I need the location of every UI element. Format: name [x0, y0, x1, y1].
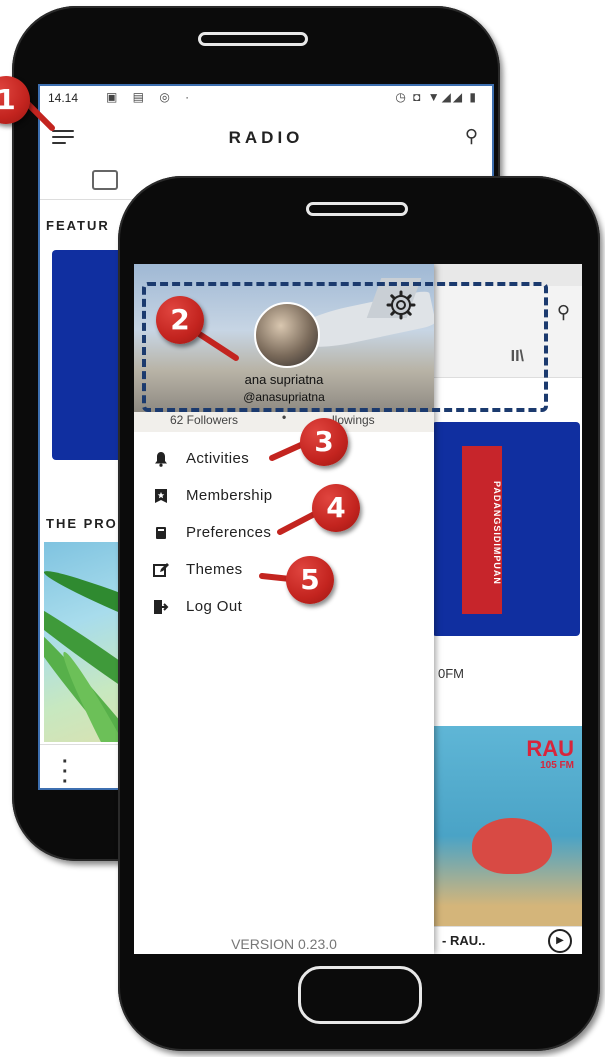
home-button[interactable]: [298, 966, 422, 1024]
drawer-menu: Activities Membership Preferences Themes…: [134, 440, 434, 625]
menu-item-label: Log Out: [186, 598, 243, 615]
app-title: RADIO: [228, 128, 304, 147]
octopus-illustration: [472, 818, 552, 874]
rau-frequency: 105 FM: [540, 760, 574, 771]
menu-item-label: Themes: [186, 561, 243, 578]
menu-item-activities[interactable]: Activities: [134, 440, 434, 477]
section-pro: THE PRO: [46, 516, 118, 531]
callout-badge-2: 2: [156, 296, 204, 344]
menu-item-label: Preferences: [186, 524, 272, 541]
system-icons: ◷ ◘ ▼◢◢ ▮: [395, 90, 478, 104]
station-frequency: 0FM: [438, 666, 464, 681]
search-icon[interactable]: ⚲: [557, 302, 570, 323]
book-icon: [150, 524, 172, 542]
radio-icon[interactable]: [92, 170, 118, 190]
rau-logo: RAU: [526, 736, 574, 761]
notification-icons: ▣ ▤ ◎ ·: [106, 90, 196, 104]
search-icon[interactable]: ⚲: [465, 126, 478, 147]
app-version: VERSION 0.23.0: [231, 936, 337, 952]
edit-icon: [150, 561, 172, 579]
station-card[interactable]: [432, 422, 580, 636]
callout-badge-4: 4: [312, 484, 360, 532]
profile-highlight-box: [142, 282, 548, 412]
menu-item-logout[interactable]: Log Out: [134, 588, 434, 625]
callout-badge-3: 3: [300, 418, 348, 466]
separator-dot: •: [282, 410, 287, 424]
menu-item-preferences[interactable]: Preferences: [134, 514, 434, 551]
callout-badge-5: 5: [286, 556, 334, 604]
more-options-icon[interactable]: · · ·: [62, 752, 69, 788]
app-bar: RADIO ⚲: [40, 110, 492, 166]
menu-item-themes[interactable]: Themes: [134, 551, 434, 588]
logout-icon: [150, 598, 172, 616]
mini-player: - RAU.. ▶: [432, 926, 582, 954]
player-title: - RAU..: [442, 933, 486, 948]
section-featured: FEATUR: [46, 218, 110, 233]
menu-item-membership[interactable]: Membership: [134, 477, 434, 514]
menu-item-label: Membership: [186, 487, 273, 504]
speaker-grille: [306, 202, 408, 216]
station-banner: PADANGSIDIMPUAN: [462, 446, 502, 614]
star-badge-icon: [150, 487, 172, 505]
rau-fm-card[interactable]: RAU 105 FM: [432, 726, 582, 926]
play-icon[interactable]: ▶: [548, 929, 572, 953]
followers-count[interactable]: 62 Followers: [170, 413, 238, 427]
speaker-grille: [198, 32, 308, 46]
status-bar: 14.14 ▣ ▤ ◎ · ◷ ◘ ▼◢◢ ▮: [40, 86, 492, 110]
bell-icon: [150, 450, 172, 468]
menu-item-label: Activities: [186, 450, 250, 467]
follow-stats: 62 Followers • llowings: [134, 410, 434, 432]
status-time: 14.14: [48, 91, 79, 105]
